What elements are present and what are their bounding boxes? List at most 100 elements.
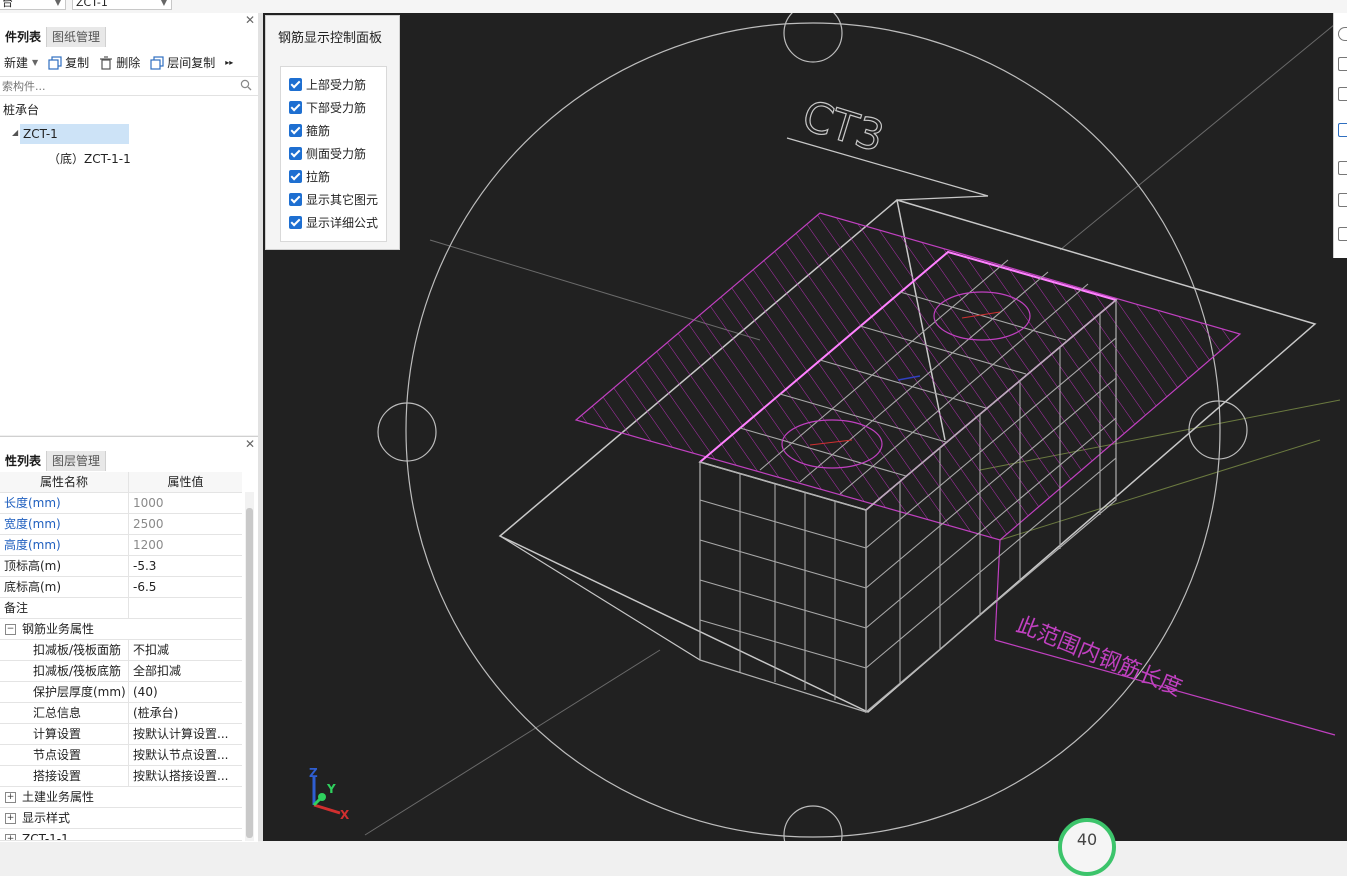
more-icon: ▸▸ bbox=[225, 57, 234, 67]
axis-bubble bbox=[783, 13, 843, 63]
checkbox[interactable] bbox=[289, 169, 302, 183]
property-value[interactable]: -6.5 bbox=[133, 577, 241, 597]
property-scrollbar[interactable] bbox=[245, 492, 254, 841]
floor-copy-label: 层间复制 bbox=[167, 55, 216, 70]
property-row[interactable]: 节点设置 按默认节点设置... bbox=[0, 745, 242, 766]
property-row[interactable]: 保护层厚度(mm) (40) bbox=[0, 682, 242, 703]
delete-label: 删除 bbox=[116, 55, 141, 70]
property-value[interactable]: 全部扣减 bbox=[133, 661, 241, 681]
property-group-zct-1-1[interactable]: + ZCT-1-1 bbox=[0, 829, 242, 841]
new-button[interactable]: 新建 ▼ bbox=[4, 54, 38, 71]
range-note-label: 此范围内钢筋长度 bbox=[1013, 612, 1186, 701]
property-row[interactable]: 扣减板/筏板底筋 全部扣减 bbox=[0, 661, 242, 682]
property-value[interactable]: (40) bbox=[133, 682, 241, 702]
floor-copy-button[interactable]: 层间复制 bbox=[150, 54, 215, 71]
option-show-other-elements[interactable]: 显示其它图元 bbox=[289, 189, 378, 209]
new-label: 新建 bbox=[4, 55, 29, 70]
property-row[interactable]: 宽度(mm) 2500 bbox=[0, 514, 242, 535]
view-icon[interactable] bbox=[1338, 27, 1347, 41]
property-name: 长度(mm) bbox=[0, 493, 129, 513]
progress-value: 40 bbox=[1076, 830, 1098, 849]
property-group-rebar[interactable]: − 钢筋业务属性 bbox=[0, 619, 242, 640]
property-row[interactable]: 汇总信息 (桩承台) bbox=[0, 703, 242, 724]
more-tools-button[interactable]: ▸▸ bbox=[225, 58, 233, 67]
property-value[interactable]: 按默认计算设置... bbox=[133, 724, 241, 744]
option-bottom-main-rebar[interactable]: 下部受力筋 bbox=[289, 97, 366, 117]
progress-indicator: 40 bbox=[1058, 818, 1116, 876]
floor-select-value: 台 bbox=[2, 0, 13, 9]
expand-icon[interactable]: + bbox=[5, 792, 16, 803]
property-value[interactable]: 1000 bbox=[133, 493, 241, 513]
tree-expand-icon[interactable]: ◢ bbox=[12, 128, 18, 137]
property-row[interactable]: 高度(mm) 1200 bbox=[0, 535, 242, 556]
delete-button[interactable]: 删除 bbox=[99, 54, 140, 71]
property-row[interactable]: 长度(mm) 1000 bbox=[0, 493, 242, 514]
component-search bbox=[0, 76, 258, 96]
component-select[interactable]: ZCT-1 ▼ bbox=[72, 0, 172, 10]
copy-icon bbox=[48, 55, 62, 70]
search-input[interactable] bbox=[0, 77, 222, 95]
option-side-main-rebar[interactable]: 侧面受力筋 bbox=[289, 143, 366, 163]
3d-view-icon[interactable] bbox=[1338, 123, 1347, 137]
checkbox[interactable] bbox=[289, 123, 302, 137]
checkbox[interactable] bbox=[289, 100, 302, 114]
property-value[interactable]: 不扣减 bbox=[133, 640, 241, 660]
option-top-main-rebar[interactable]: 上部受力筋 bbox=[289, 74, 366, 94]
checkbox[interactable] bbox=[289, 77, 302, 91]
property-value[interactable]: 1200 bbox=[133, 535, 241, 555]
2d-view-icon[interactable] bbox=[1338, 57, 1347, 71]
tree-item-pile-cap[interactable]: 桩承台 bbox=[3, 101, 39, 118]
select-icon[interactable] bbox=[1338, 87, 1347, 101]
property-row[interactable]: 搭接设置 按默认搭接设置... bbox=[0, 766, 242, 787]
list-icon[interactable] bbox=[1338, 227, 1347, 241]
checkbox[interactable] bbox=[289, 215, 302, 229]
scrollbar-thumb[interactable] bbox=[246, 508, 253, 838]
copy-button[interactable]: 复制 bbox=[48, 54, 89, 71]
property-name: 高度(mm) bbox=[0, 535, 129, 555]
property-row[interactable]: 顶标高(m) -5.3 bbox=[0, 556, 242, 577]
property-row[interactable]: 备注 bbox=[0, 598, 242, 619]
tree-item-zct-1[interactable]: ◢ ZCT-1 bbox=[12, 124, 129, 144]
option-label: 上部受力筋 bbox=[306, 77, 367, 92]
property-value[interactable]: 2500 bbox=[133, 514, 241, 534]
group-label: ZCT-1-1 bbox=[22, 832, 69, 841]
property-row[interactable]: 底标高(m) -6.5 bbox=[0, 577, 242, 598]
property-value[interactable]: 按默认搭接设置... bbox=[133, 766, 241, 786]
checkbox[interactable] bbox=[289, 192, 302, 206]
header-name: 属性名称 bbox=[0, 472, 129, 492]
tab-drawing-management[interactable]: 图纸管理 bbox=[47, 27, 107, 47]
component-list-panel: ✕ 件列表 图纸管理 新建 ▼ 复制 删除 层间复制 ▸▸ 索构件... 桩承台… bbox=[0, 13, 258, 435]
hatched-region bbox=[574, 212, 1242, 541]
property-value[interactable]: (桩承台) bbox=[133, 703, 241, 723]
collapse-icon[interactable]: − bbox=[5, 624, 16, 635]
property-row[interactable]: 计算设置 按默认计算设置... bbox=[0, 724, 242, 745]
3d-viewport[interactable]: CT3 此范围内钢筋长度 bbox=[263, 13, 1347, 841]
property-group-display[interactable]: + 显示样式 bbox=[0, 808, 242, 829]
search-icon[interactable] bbox=[240, 79, 252, 94]
component-toolbar: 新建 ▼ 复制 删除 层间复制 ▸▸ bbox=[0, 50, 258, 74]
group-label: 钢筋业务属性 bbox=[22, 622, 95, 636]
option-show-detailed-formula[interactable]: 显示详细公式 bbox=[289, 212, 378, 232]
tab-layer-management[interactable]: 图层管理 bbox=[47, 451, 107, 471]
property-value[interactable]: 按默认节点设置... bbox=[133, 745, 241, 765]
rotate-icon[interactable] bbox=[1338, 193, 1347, 207]
checkbox[interactable] bbox=[289, 146, 302, 160]
close-icon[interactable]: ✕ bbox=[245, 14, 255, 26]
property-group-civil[interactable]: + 土建业务属性 bbox=[0, 787, 242, 808]
copy-label: 复制 bbox=[65, 55, 90, 70]
property-row[interactable]: 扣减板/筏板面筋 不扣减 bbox=[0, 640, 242, 661]
option-tie-bar[interactable]: 拉筋 bbox=[289, 166, 330, 186]
property-value[interactable]: -5.3 bbox=[133, 556, 241, 576]
expand-icon[interactable]: + bbox=[5, 813, 16, 824]
option-stirrup[interactable]: 箍筋 bbox=[289, 120, 330, 140]
property-name: 底标高(m) bbox=[0, 577, 129, 597]
property-value[interactable] bbox=[133, 598, 241, 618]
floor-select[interactable]: 台 ▼ bbox=[0, 0, 66, 10]
tab-property-list[interactable]: 性列表 bbox=[0, 451, 48, 471]
expand-icon[interactable]: + bbox=[5, 834, 16, 840]
axis-z-label: Z bbox=[309, 766, 318, 780]
close-icon[interactable]: ✕ bbox=[245, 438, 255, 450]
tab-component-list[interactable]: 件列表 bbox=[0, 27, 48, 47]
box-icon[interactable] bbox=[1338, 161, 1347, 175]
tree-item-zct-1-1[interactable]: （底）ZCT-1-1 bbox=[48, 150, 131, 167]
